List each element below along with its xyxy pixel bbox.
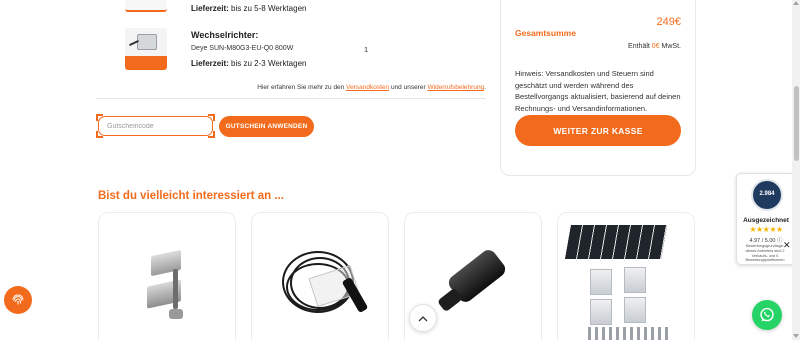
screw-set xyxy=(588,327,668,340)
review-count: 2.984 xyxy=(759,191,775,197)
product-box xyxy=(125,56,167,70)
delivery-label: Lieferzeit: xyxy=(191,59,229,68)
apply-coupon-button[interactable]: GUTSCHEIN ANWENDEN xyxy=(219,116,314,137)
delivery-time: Lieferzeit: bis zu 2-3 Werktagen xyxy=(191,59,306,68)
info-suffix: . xyxy=(484,84,486,91)
shipping-hint: Hinweis: Versandkosten und Steuern sind … xyxy=(515,69,681,113)
tax-info: Enthält 0€ MwSt. xyxy=(628,43,681,50)
product-thumbnail-inverter[interactable] xyxy=(125,28,167,70)
product-card[interactable] xyxy=(98,212,236,340)
mount-bracket xyxy=(624,267,646,293)
delivery-value: bis zu 2-3 Werktagen xyxy=(231,59,307,68)
mount-bracket xyxy=(590,269,612,295)
product-card[interactable] xyxy=(251,212,389,340)
shipping-info-line: Hier erfahren Sie mehr zu den Versandkos… xyxy=(257,84,486,91)
clamp-bolt xyxy=(173,269,178,309)
inverter-device xyxy=(137,34,157,50)
total-price: 249€ xyxy=(656,16,681,28)
focus-corner xyxy=(96,114,103,121)
chevron-up-icon xyxy=(418,315,428,321)
focus-corner xyxy=(208,114,215,121)
seal-icon: 2.984 xyxy=(751,179,783,211)
delivery-time: Lieferzeit: bis zu 5-8 Werktagen xyxy=(191,4,306,13)
shipping-costs-link[interactable]: Versandkosten xyxy=(346,84,389,91)
product-quantity: 1 xyxy=(364,45,369,54)
mount-bracket xyxy=(590,299,612,325)
delivery-value: bis zu 5-8 Werktagen xyxy=(231,4,307,13)
scroll-to-top-button[interactable] xyxy=(409,304,437,332)
solar-panel xyxy=(565,225,667,259)
scroll-down-arrow-icon[interactable] xyxy=(793,334,799,338)
checkout-button[interactable]: WEITER ZUR KASSE xyxy=(515,115,681,146)
close-icon[interactable]: ✕ xyxy=(783,240,791,251)
privacy-settings-button[interactable] xyxy=(4,286,32,314)
withdrawal-policy-link[interactable]: Widerrufsbelehrung xyxy=(427,84,484,91)
product-card[interactable] xyxy=(557,212,695,340)
star-rating: ★★★★★ xyxy=(749,225,783,234)
scroll-up-arrow-icon[interactable] xyxy=(793,1,799,5)
info-prefix: Hier erfahren Sie mehr zu den xyxy=(257,84,345,91)
whatsapp-icon xyxy=(760,307,774,322)
delivery-label: Lieferzeit: xyxy=(191,4,229,13)
scrollbar-track[interactable] xyxy=(792,0,800,340)
scrollbar-thumb[interactable] xyxy=(794,86,799,161)
coupon-code-input[interactable] xyxy=(98,116,213,136)
clamp-nut xyxy=(169,309,183,319)
whatsapp-chat-button[interactable] xyxy=(752,300,782,330)
tax-amount: 0€ xyxy=(651,43,660,50)
fingerprint-icon xyxy=(12,294,24,305)
divider xyxy=(96,98,486,99)
tax-suffix: MwSt. xyxy=(661,43,681,50)
total-label: Gesamtsumme xyxy=(515,28,576,38)
mount-bracket xyxy=(624,297,646,323)
focus-corner xyxy=(208,131,215,138)
product-thumbnail[interactable] xyxy=(125,0,167,12)
product-model[interactable]: Deye SUN-M80G3-EU-Q0 800W xyxy=(191,45,293,52)
info-middle: und unserer xyxy=(390,84,426,91)
recommendations-heading: Bist du vielleicht interessiert an ... xyxy=(98,190,284,202)
badge-title: Ausgezeichnet xyxy=(743,217,789,224)
product-category: Wechselrichter: xyxy=(191,30,259,40)
trust-badge[interactable]: 2.984 Ausgezeichnet ★★★★★ 4.97 / 5.00 ⓘ … xyxy=(736,173,796,265)
focus-corner xyxy=(96,131,103,138)
tax-prefix: Enthält xyxy=(628,43,650,50)
order-summary-card: 249€ Gesamtsumme Enthält 0€ MwSt. Hinwei… xyxy=(500,0,696,176)
